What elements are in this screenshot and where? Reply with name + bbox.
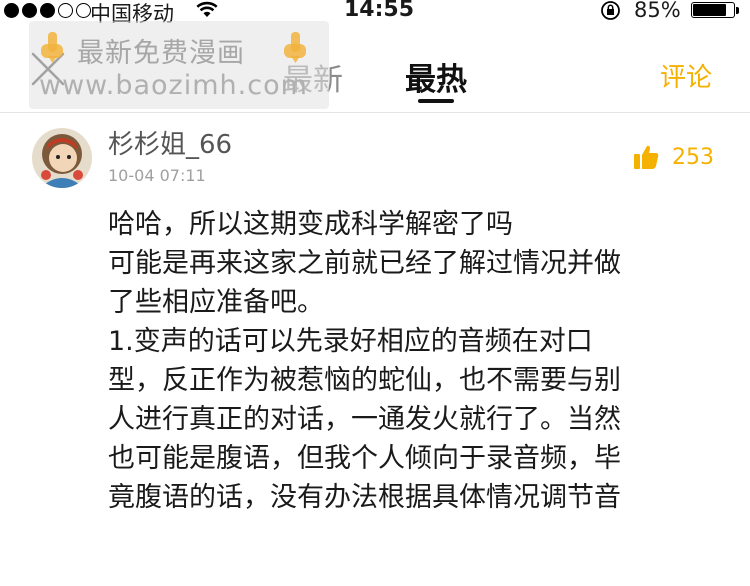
tab-hottest[interactable]: 最热 xyxy=(405,54,467,99)
comment-line: 型，反正作为被惹恼的蛇仙，也不需要与别 xyxy=(108,365,621,396)
comment-line: 哈哈，所以这期变成科学解密了吗 xyxy=(108,209,513,240)
comment-username[interactable]: 杉杉姐_66 xyxy=(108,124,232,161)
rotation-lock-icon xyxy=(601,1,620,20)
signal-strength-icon xyxy=(4,3,91,18)
watermark: 最新免费漫画 www.baozimh.com xyxy=(29,21,329,109)
battery-tip xyxy=(736,7,739,14)
comment-line: 人进行真正的对话，一通发火就行了。当然 xyxy=(108,404,621,435)
comment-line: 1.变声的话可以先录好相应的音频在对口 xyxy=(108,326,593,357)
clock: 14:55 xyxy=(344,0,415,22)
comment-line: 竟腹语的话，没有办法根据具体情况调节音 xyxy=(108,482,621,513)
write-comment-button[interactable]: 评论 xyxy=(660,57,712,94)
watermark-url: www.baozimh.com xyxy=(39,70,308,101)
battery-level-fill xyxy=(693,4,727,16)
comment-line: 也可能是腹语，但我个人倾向于录音频，毕 xyxy=(108,443,621,474)
comment-timestamp: 10-04 07:11 xyxy=(108,166,206,185)
battery-icon xyxy=(691,2,735,18)
nav-divider xyxy=(0,112,750,113)
like-count: 253 xyxy=(672,145,714,170)
comment-body: 哈哈，所以这期变成科学解密了吗 可能是再来这家之前就已经了解过情况并做 了些相应… xyxy=(108,205,728,517)
comment-line: 了些相应准备吧。 xyxy=(108,287,324,318)
active-tab-indicator xyxy=(418,99,454,103)
thumb-down-icon xyxy=(284,32,306,63)
watermark-title: 最新免费漫画 xyxy=(77,38,245,69)
thumb-down-icon xyxy=(41,32,63,63)
avatar[interactable] xyxy=(32,128,92,188)
comment-line: 可能是再来这家之前就已经了解过情况并做 xyxy=(108,248,621,279)
thumbs-up-icon[interactable] xyxy=(632,143,660,171)
battery-percent: 85% xyxy=(634,0,681,22)
wifi-icon xyxy=(196,1,218,17)
